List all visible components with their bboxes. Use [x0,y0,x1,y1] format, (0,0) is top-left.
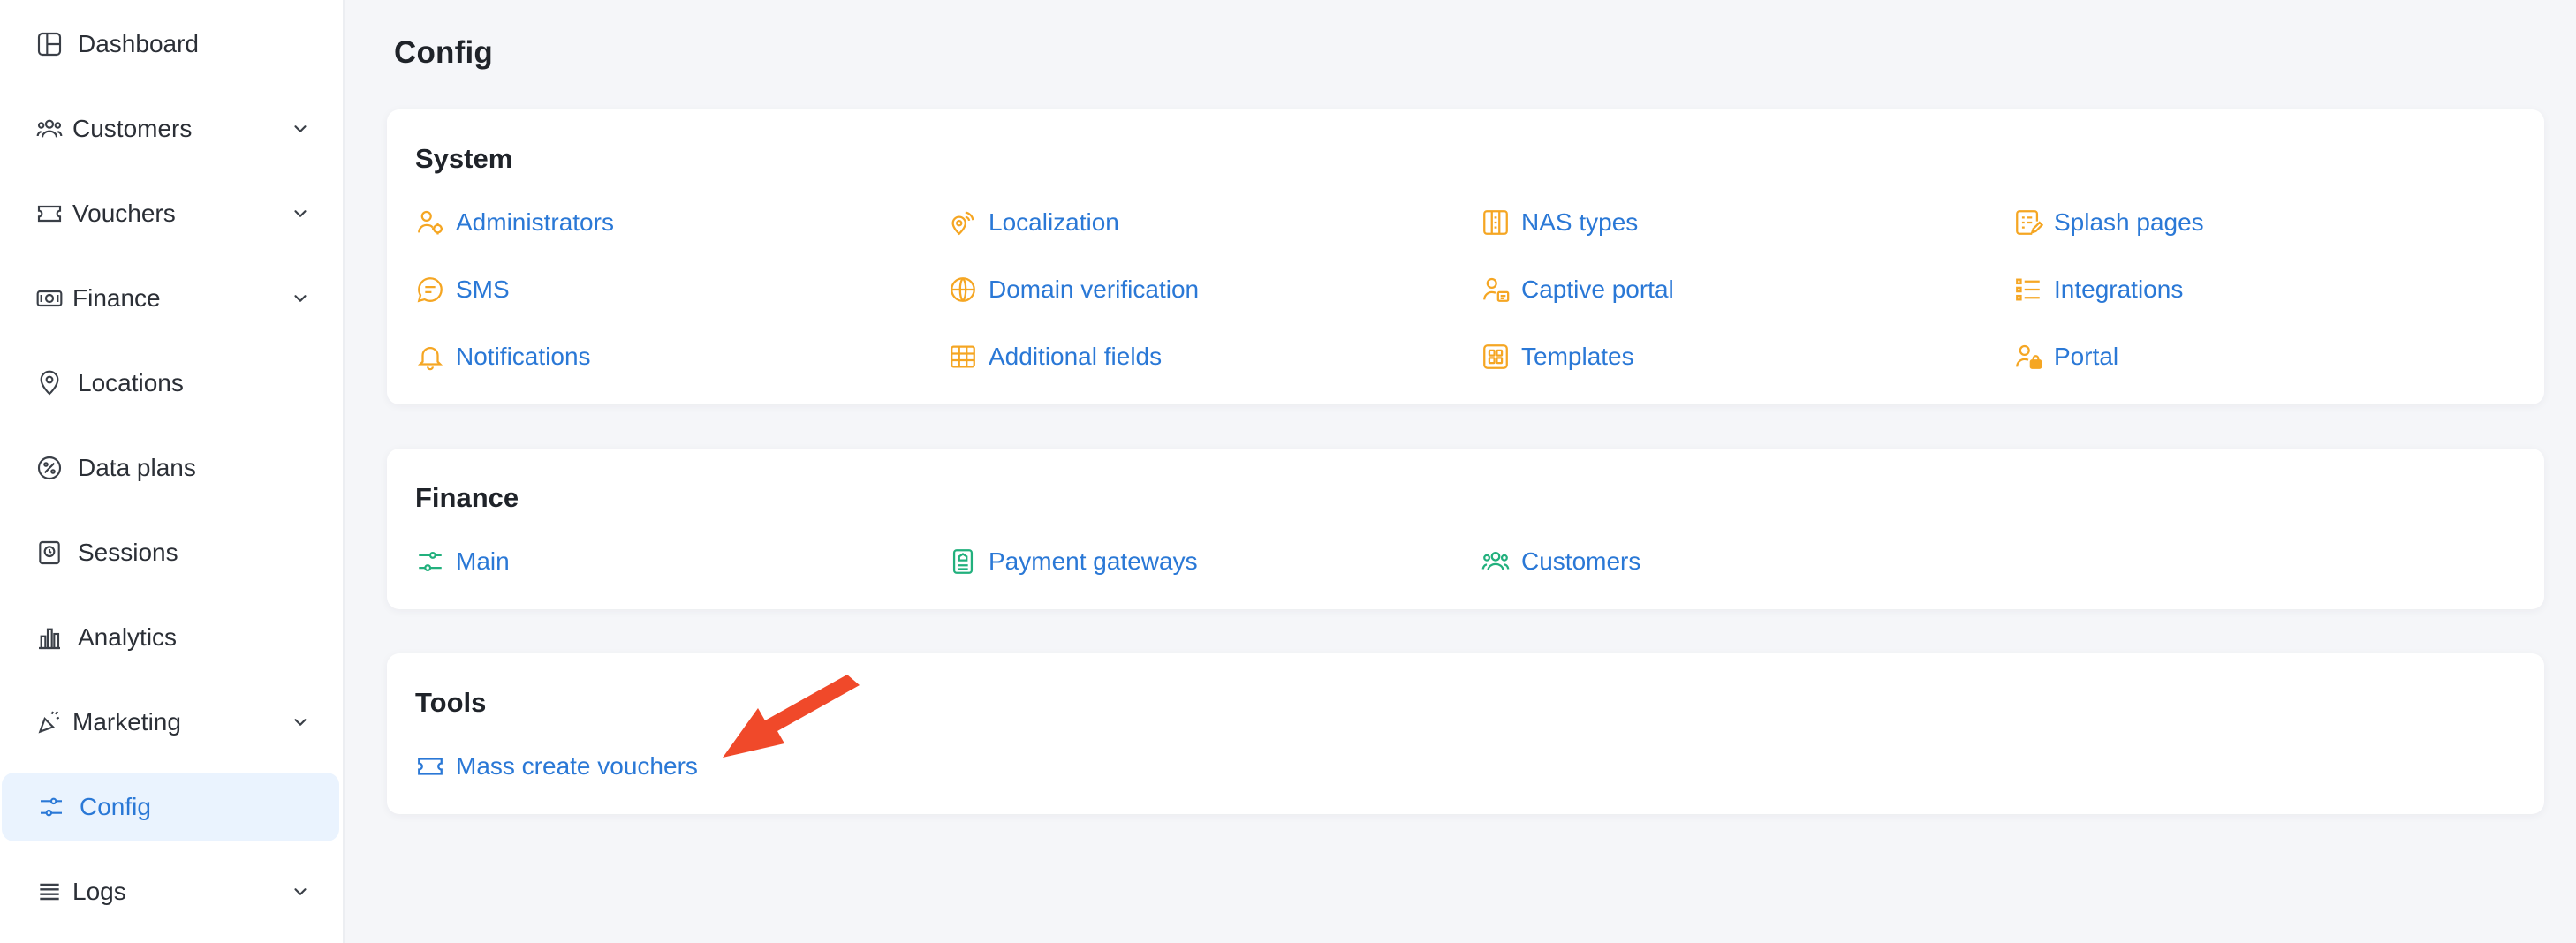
chevron-down-icon[interactable] [288,879,313,904]
sidebar-item-label: Finance [72,284,161,312]
config-icon [35,791,67,823]
portal-icon [2012,340,2045,373]
sidebar-item-label: Data plans [78,454,196,481]
sidebar-item-label: Sessions [78,539,178,566]
tools-section-card: Tools Mass create vouchers [387,653,2544,814]
link-captive-portal[interactable]: Captive portal [1479,270,1674,309]
integrations-icon [2012,273,2045,306]
sidebar-item-vouchers[interactable]: Vouchers [0,179,337,248]
link-notifications[interactable]: Notifications [413,337,591,376]
sidebar-item-analytics[interactable]: Analytics [0,603,337,672]
marketing-icon [34,706,65,738]
sidebar-item-label: Analytics [78,623,178,651]
location-pin-icon [34,367,65,399]
sidebar-item-label: Logs [72,878,126,905]
sidebar-item-customers[interactable]: Customers [0,94,337,163]
table-grid-icon [946,340,980,373]
bell-icon [413,340,447,373]
sidebar-item-label: Dashboard [78,30,199,57]
chevron-down-icon[interactable] [288,710,313,735]
sidebar-item-dashboard[interactable]: Dashboard [0,10,337,79]
link-administrators[interactable]: Administrators [413,203,614,242]
link-mass-create-vouchers[interactable]: Mass create vouchers [413,747,698,786]
chevron-down-icon[interactable] [288,201,313,226]
customers-icon [34,113,65,145]
captive-portal-icon [1479,273,1512,306]
link-domain-verification[interactable]: Domain verification [946,270,1199,309]
system-section-card: System Administrators Localization NAS t… [387,109,2544,404]
link-additional-fields[interactable]: Additional fields [946,337,1162,376]
sidebar-item-label: Vouchers [72,200,176,227]
finance-icon [34,283,65,314]
link-integrations[interactable]: Integrations [2012,270,2183,309]
chevron-down-icon[interactable] [288,286,313,311]
dashboard-icon [34,28,65,60]
sidebar-item-marketing[interactable]: Marketing [0,688,337,757]
section-title: Finance [415,482,519,513]
sidebar-item-config[interactable]: Config [2,773,339,841]
sessions-icon [34,537,65,569]
sidebar-item-logs[interactable]: Logs [0,857,337,926]
link-localization[interactable]: Localization [946,203,1119,242]
globe-icon [946,273,980,306]
page-title: Config [394,35,493,70]
link-splash-pages[interactable]: Splash pages [2012,203,2204,242]
sidebar-item-label: Customers [72,115,193,142]
link-templates[interactable]: Templates [1479,337,1634,376]
sidebar-item-sessions[interactable]: Sessions [0,518,337,587]
sms-icon [413,273,447,306]
analytics-icon [34,622,65,653]
link-portal[interactable]: Portal [2012,337,2118,376]
finance-section-card: Finance Main Payment gateways Customers [387,449,2544,609]
sliders-icon [413,545,447,578]
templates-icon [1479,340,1512,373]
sidebar-item-locations[interactable]: Locations [0,349,337,418]
nas-types-icon [1479,206,1512,239]
link-nas-types[interactable]: NAS types [1479,203,1638,242]
sidebar: Dashboard Customers Vouchers Finance Loc… [0,0,345,943]
voucher-icon [34,198,65,230]
annotation-arrow-icon [723,675,860,758]
sidebar-item-data-plans[interactable]: Data plans [0,434,337,502]
sidebar-item-finance[interactable]: Finance [0,264,337,333]
sidebar-item-label: Locations [78,369,184,396]
link-finance-customers[interactable]: Customers [1479,542,1640,581]
customers-group-icon [1479,545,1512,578]
administrators-icon [413,206,447,239]
link-finance-main[interactable]: Main [413,542,510,581]
logs-icon [34,876,65,908]
splash-pages-icon [2012,206,2045,239]
chevron-down-icon[interactable] [288,117,313,141]
section-title: System [415,143,513,174]
voucher-ticket-icon [413,750,447,783]
data-plans-icon [34,452,65,484]
link-payment-gateways[interactable]: Payment gateways [946,542,1198,581]
payment-gateways-icon [946,545,980,578]
sidebar-item-label: Marketing [72,708,181,736]
link-sms[interactable]: SMS [413,270,510,309]
localization-icon [946,206,980,239]
sidebar-item-label: Config [80,793,151,820]
section-title: Tools [415,687,487,718]
